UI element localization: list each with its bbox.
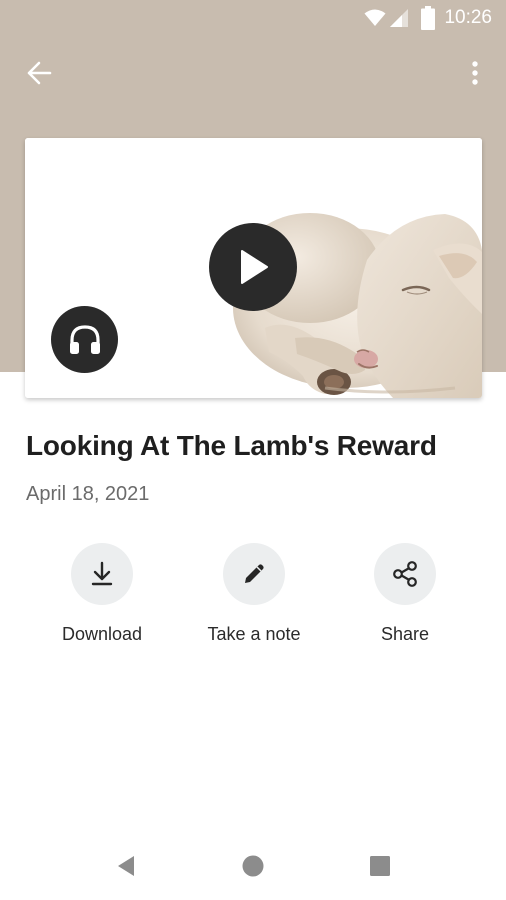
back-triangle-icon bbox=[118, 856, 134, 876]
play-icon bbox=[241, 250, 268, 284]
share-label: Share bbox=[380, 624, 430, 644]
status-time: 10:26 bbox=[444, 7, 492, 28]
headphones-icon bbox=[69, 324, 100, 354]
share-circle bbox=[374, 543, 436, 605]
battery-icon bbox=[421, 6, 435, 30]
media-card[interactable] bbox=[25, 138, 482, 398]
download-icon bbox=[91, 561, 113, 586]
download-button[interactable]: Download bbox=[27, 543, 177, 653]
nav-recents-button[interactable] bbox=[360, 848, 400, 884]
download-circle bbox=[71, 543, 133, 605]
audio-button[interactable] bbox=[51, 306, 118, 373]
more-options-button[interactable] bbox=[451, 49, 499, 97]
take-note-circle bbox=[223, 543, 285, 605]
pencil-icon bbox=[245, 564, 264, 583]
share-button[interactable]: Share bbox=[330, 543, 480, 653]
take-note-button[interactable]: Take a note bbox=[179, 543, 329, 653]
play-button[interactable] bbox=[209, 223, 297, 311]
status-bar: 10:26 bbox=[0, 0, 506, 36]
recents-square-icon bbox=[370, 856, 390, 876]
take-note-label: Take a note bbox=[207, 624, 301, 644]
share-icon bbox=[393, 561, 417, 587]
arrow-left-icon bbox=[27, 61, 52, 85]
sermon-title: Looking At The Lamb's Reward bbox=[26, 430, 437, 461]
nav-back-button[interactable] bbox=[106, 848, 146, 884]
more-vertical-icon bbox=[472, 61, 478, 85]
signal-icon bbox=[390, 9, 408, 27]
back-button[interactable] bbox=[15, 49, 63, 97]
system-nav-bar bbox=[0, 830, 506, 900]
home-circle-icon bbox=[242, 855, 264, 877]
sermon-date: April 18, 2021 bbox=[26, 483, 150, 505]
wifi-icon bbox=[364, 9, 386, 26]
nav-home-button[interactable] bbox=[233, 848, 273, 884]
download-label: Download bbox=[61, 624, 143, 644]
